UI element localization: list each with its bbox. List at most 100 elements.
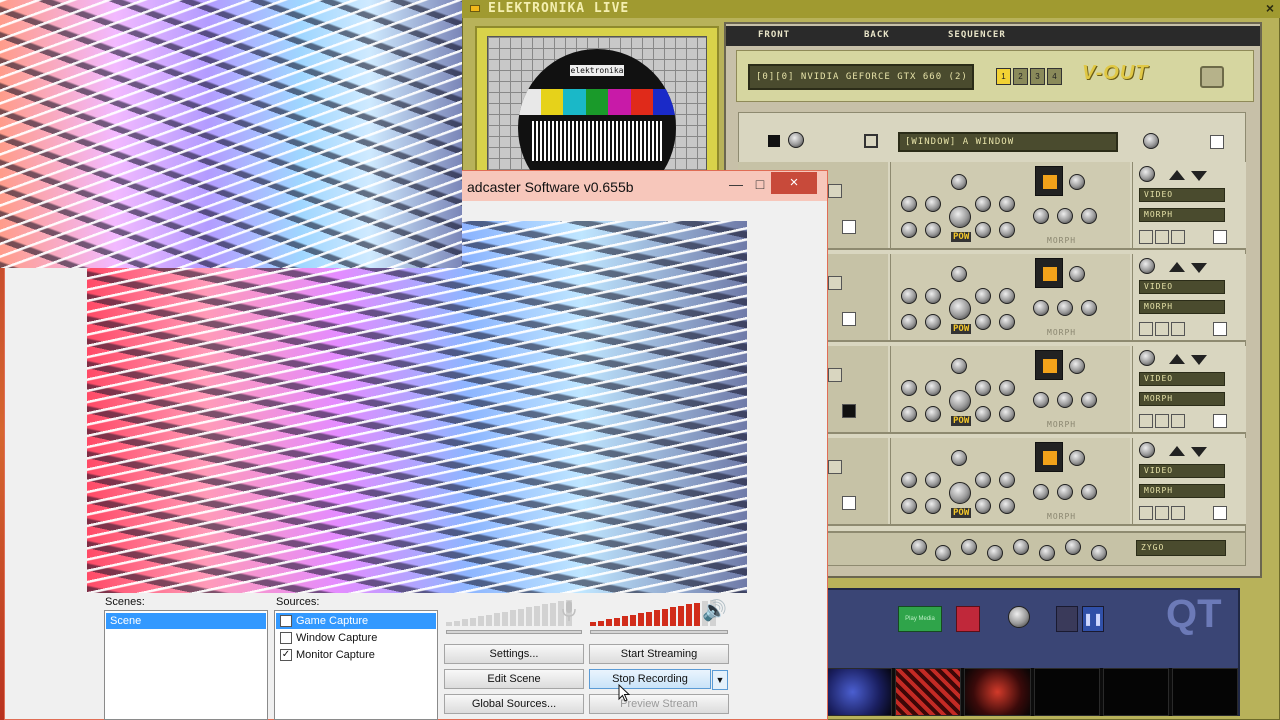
layer-active-button[interactable]	[1035, 442, 1063, 472]
layer-mode-select[interactable]: VIDEO	[1139, 188, 1225, 202]
arrow-up-icon[interactable]	[1169, 354, 1185, 364]
play-media-button[interactable]: Play Media	[898, 606, 942, 632]
layer-enable-checkbox[interactable]	[1213, 322, 1227, 336]
close-button[interactable]: ×	[771, 172, 817, 194]
layer-toggle[interactable]	[828, 368, 842, 382]
scenes-list[interactable]: Scene	[104, 610, 268, 720]
vout-toggle-button[interactable]	[1200, 66, 1224, 88]
vout-led-4[interactable]: 4	[1047, 68, 1062, 85]
settings-button[interactable]: Settings...	[444, 644, 584, 664]
stop-icon[interactable]	[768, 135, 780, 147]
window-source-display[interactable]: [WINDOW] A WINDOW	[898, 132, 1118, 152]
layer-toggle[interactable]	[828, 276, 842, 290]
stop-button[interactable]	[1056, 606, 1078, 632]
arrow-up-icon[interactable]	[1169, 262, 1185, 272]
media-thumbnail[interactable]	[1102, 668, 1169, 716]
media-thumbnail[interactable]	[895, 668, 962, 716]
rewind-button[interactable]	[956, 606, 980, 632]
master-knob[interactable]	[788, 132, 804, 148]
maximize-icon[interactable]: □	[749, 173, 771, 195]
mic-volume-meter[interactable]	[446, 598, 572, 626]
fade-knob[interactable]	[1143, 133, 1159, 149]
layer-enable-checkbox[interactable]	[1213, 506, 1227, 520]
source-checkbox[interactable]: ✓	[280, 649, 292, 661]
layer-mode-select[interactable]: VIDEO	[1139, 372, 1225, 386]
layer-active-button[interactable]	[1035, 350, 1063, 380]
meter-bar	[446, 622, 452, 626]
layer-gain-knob[interactable]	[1139, 166, 1155, 182]
preview-stream-button[interactable]: Preview Stream	[589, 694, 729, 714]
media-thumbnail[interactable]	[826, 668, 893, 716]
mixer-checkbox[interactable]	[1210, 135, 1224, 149]
layer-checkbox[interactable]	[842, 404, 856, 418]
scene-item[interactable]: Scene	[106, 613, 266, 629]
vout-led-2[interactable]: 2	[1013, 68, 1028, 85]
pow-knob[interactable]	[949, 206, 971, 228]
source-label: Game Capture	[296, 615, 369, 627]
media-thumbnail[interactable]	[1171, 668, 1239, 716]
layer-active-button[interactable]	[1035, 258, 1063, 288]
arrow-up-icon[interactable]	[1169, 170, 1185, 180]
layer-blend-select[interactable]: MORPH	[1139, 392, 1225, 406]
pow-knob[interactable]	[949, 482, 971, 504]
desktop-volume-slider[interactable]	[590, 630, 728, 634]
sources-list[interactable]: Game Capture Window Capture ✓ Monitor Ca…	[274, 610, 438, 720]
vout-led-1[interactable]: 1	[996, 68, 1011, 85]
source-item-game-capture[interactable]: Game Capture	[276, 613, 436, 629]
desktop-volume-meter[interactable]	[590, 598, 716, 626]
layer-gain-knob[interactable]	[1139, 442, 1155, 458]
tab-front[interactable]: FRONT	[758, 30, 790, 40]
layer-blend-select[interactable]: MORPH	[1139, 484, 1225, 498]
layer-blend-select[interactable]: MORPH	[1139, 300, 1225, 314]
pow-label: POW	[951, 416, 972, 426]
global-sources-button[interactable]: Global Sources...	[444, 694, 584, 714]
source-item-window-capture[interactable]: Window Capture	[276, 630, 436, 646]
layer-active-button[interactable]	[1035, 166, 1063, 196]
pow-knob[interactable]	[949, 298, 971, 320]
layer-blend-select[interactable]: MORPH	[1139, 208, 1225, 222]
mic-volume-slider[interactable]	[446, 630, 582, 634]
layer-checkbox[interactable]	[842, 220, 856, 234]
layer-gain-knob[interactable]	[1139, 350, 1155, 366]
pow-knob[interactable]	[949, 390, 971, 412]
tab-back[interactable]: BACK	[864, 30, 890, 40]
arrow-up-icon[interactable]	[1169, 446, 1185, 456]
layer-enable-checkbox[interactable]	[1213, 230, 1227, 244]
layer-gain-knob[interactable]	[1139, 258, 1155, 274]
layer-toggle[interactable]	[828, 184, 842, 198]
stop-recording-button[interactable]: Stop Recording	[589, 669, 711, 689]
layer-enable-checkbox[interactable]	[1213, 414, 1227, 428]
effect-display[interactable]: ZYGO	[1136, 540, 1226, 556]
arrow-down-icon[interactable]	[1191, 447, 1207, 457]
arrow-down-icon[interactable]	[1191, 355, 1207, 365]
morph-label: MORPH	[1047, 328, 1077, 337]
source-checkbox[interactable]	[280, 632, 292, 644]
layer-checkbox[interactable]	[842, 312, 856, 326]
layer-knob-bank: POW MORPH	[890, 254, 1130, 340]
vout-led-3[interactable]: 3	[1030, 68, 1045, 85]
layer-mode-select[interactable]: VIDEO	[1139, 280, 1225, 294]
start-streaming-button[interactable]: Start Streaming	[589, 644, 729, 664]
arrow-down-icon[interactable]	[1191, 171, 1207, 181]
media-thumbnail[interactable]	[1033, 668, 1100, 716]
elektronika-titlebar[interactable]: ELEKTRONIKA LIVE ×	[462, 0, 1280, 18]
tab-sequencer[interactable]: SEQUENCER	[948, 30, 1006, 40]
layer-toggle[interactable]	[828, 460, 842, 474]
meter-bar	[534, 605, 540, 626]
arrow-down-icon[interactable]	[1191, 263, 1207, 273]
close-icon[interactable]: ×	[1266, 0, 1274, 16]
qt-speed-knob[interactable]	[1008, 606, 1030, 628]
window-select-icon[interactable]	[864, 134, 878, 148]
layer-mode-select[interactable]: VIDEO	[1139, 464, 1225, 478]
vout-device-display[interactable]: [0][0] NVIDIA GEFORCE GTX 660 (2)	[748, 64, 974, 90]
layer-checkbox[interactable]	[842, 496, 856, 510]
minimize-icon[interactable]: —	[725, 173, 747, 195]
edit-scene-button[interactable]: Edit Scene	[444, 669, 584, 689]
speaker-icon[interactable]: 🔊	[702, 600, 728, 622]
media-thumbnail[interactable]	[964, 668, 1031, 716]
source-checkbox[interactable]	[280, 615, 292, 627]
microphone-icon[interactable]	[560, 600, 578, 622]
source-item-monitor-capture[interactable]: ✓ Monitor Capture	[276, 647, 436, 663]
recording-dropdown-arrow[interactable]: ▼	[712, 670, 728, 690]
pause-button[interactable]: ❚❚	[1082, 606, 1104, 632]
